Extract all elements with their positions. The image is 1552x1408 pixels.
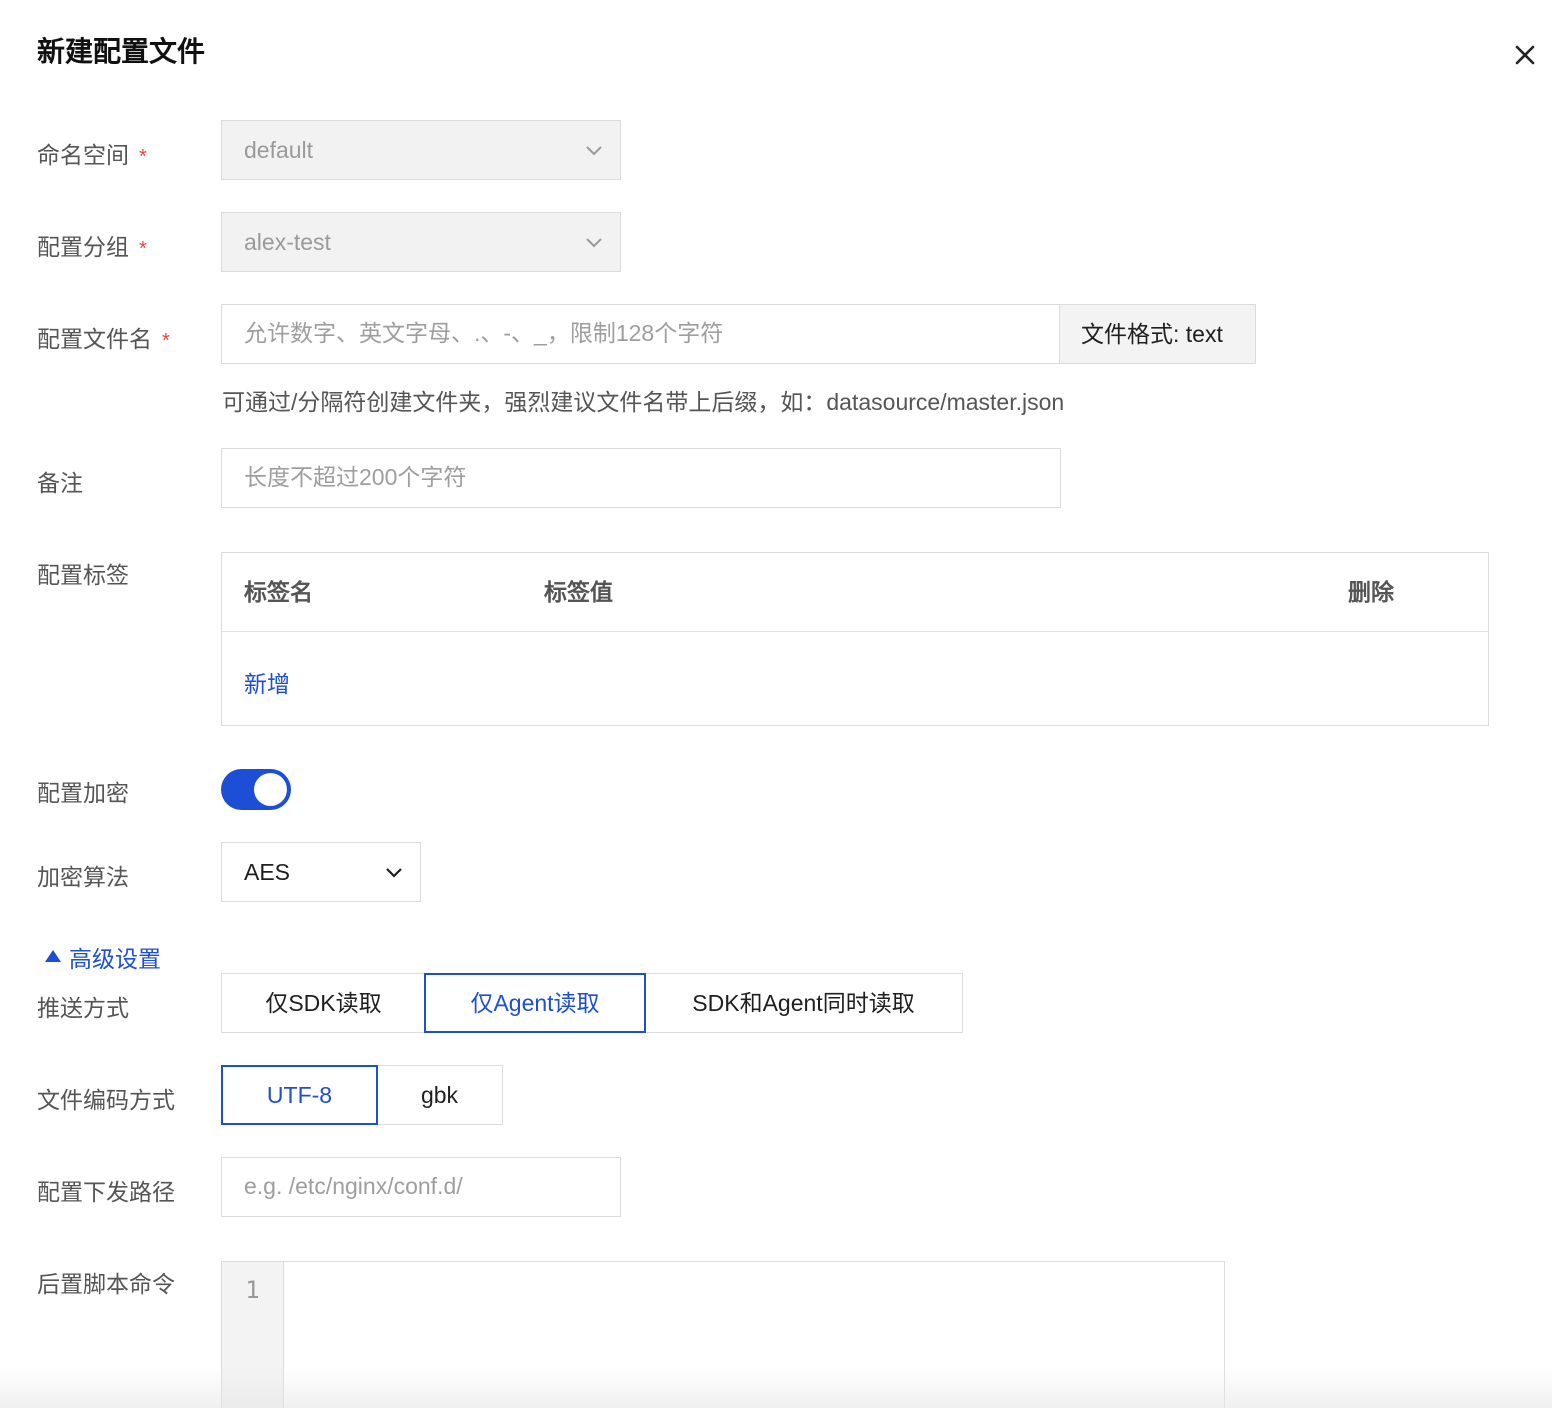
push-mode-agent-only[interactable]: 仅Agent读取 xyxy=(424,973,646,1033)
caret-up-icon[interactable] xyxy=(45,950,61,962)
encryption-toggle[interactable] xyxy=(221,769,291,810)
namespace-select[interactable]: default xyxy=(221,120,621,180)
remark-placeholder: 长度不超过200个字符 xyxy=(244,464,467,490)
create-config-dialog: 新建配置文件 命名空间 * default 配置分组 * alex-test 配置文… xyxy=(0,0,1552,1408)
group-label: 配置分组 * xyxy=(37,234,147,260)
tags-label: 配置标签 xyxy=(37,562,129,588)
add-tag-link[interactable]: 新增 xyxy=(244,665,290,699)
encryption-label: 配置加密 xyxy=(37,780,129,806)
table-divider xyxy=(222,631,1488,632)
group-select[interactable]: alex-test xyxy=(221,212,621,272)
push-mode-sdk-only[interactable]: 仅SDK读取 xyxy=(221,973,426,1033)
algorithm-label: 加密算法 xyxy=(37,864,129,890)
close-icon[interactable] xyxy=(1508,38,1542,72)
tag-name-header: 标签名 xyxy=(244,579,313,605)
namespace-label: 命名空间 * xyxy=(37,142,147,168)
filename-label: 配置文件名 * xyxy=(37,326,170,352)
encoding-label: 文件编码方式 xyxy=(37,1087,175,1113)
push-mode-both[interactable]: SDK和Agent同时读取 xyxy=(644,973,963,1033)
tag-delete-header: 删除 xyxy=(1348,579,1394,605)
file-format-addon: 文件格式: text xyxy=(1059,304,1256,364)
filename-hint: 可通过/分隔符创建文件夹，强烈建议文件名带上后缀，如：datasource/ma… xyxy=(222,389,1065,415)
push-mode-label: 推送方式 xyxy=(37,995,129,1021)
required-mark: * xyxy=(139,146,147,168)
remark-label: 备注 xyxy=(37,470,83,496)
post-script-label: 后置脚本命令 xyxy=(37,1271,175,1297)
deploy-path-input[interactable]: e.g. /etc/nginx/conf.d/ xyxy=(221,1157,621,1217)
line-number: 1 xyxy=(245,1276,260,1304)
remark-input[interactable]: 长度不超过200个字符 xyxy=(221,448,1061,508)
line-number-gutter: 1 xyxy=(222,1262,284,1408)
required-mark: * xyxy=(162,330,170,352)
group-value: alex-test xyxy=(244,229,331,255)
namespace-value: default xyxy=(244,137,314,163)
algorithm-select[interactable]: AES xyxy=(221,842,421,902)
chevron-down-icon xyxy=(586,238,602,248)
post-script-editor[interactable]: 1 xyxy=(221,1261,1225,1408)
dialog-title: 新建配置文件 xyxy=(37,36,206,67)
filename-placeholder: 允许数字、英文字母、.、-、_，限制128个字符 xyxy=(244,320,724,346)
filename-input[interactable]: 允许数字、英文字母、.、-、_，限制128个字符 xyxy=(221,304,1061,364)
deploy-path-label: 配置下发路径 xyxy=(37,1179,175,1205)
toggle-knob xyxy=(254,773,287,806)
algorithm-value: AES xyxy=(244,859,291,885)
chevron-down-icon xyxy=(386,868,402,878)
tag-value-header: 标签值 xyxy=(544,579,613,605)
required-mark: * xyxy=(139,238,147,260)
encoding-utf8[interactable]: UTF-8 xyxy=(221,1065,378,1125)
advanced-settings-toggle[interactable]: 高级设置 xyxy=(69,940,161,974)
encoding-gbk[interactable]: gbk xyxy=(376,1065,503,1125)
tags-table: 标签名 标签值 删除 新增 xyxy=(221,552,1489,726)
deploy-path-placeholder: e.g. /etc/nginx/conf.d/ xyxy=(244,1173,463,1199)
chevron-down-icon xyxy=(586,146,602,156)
